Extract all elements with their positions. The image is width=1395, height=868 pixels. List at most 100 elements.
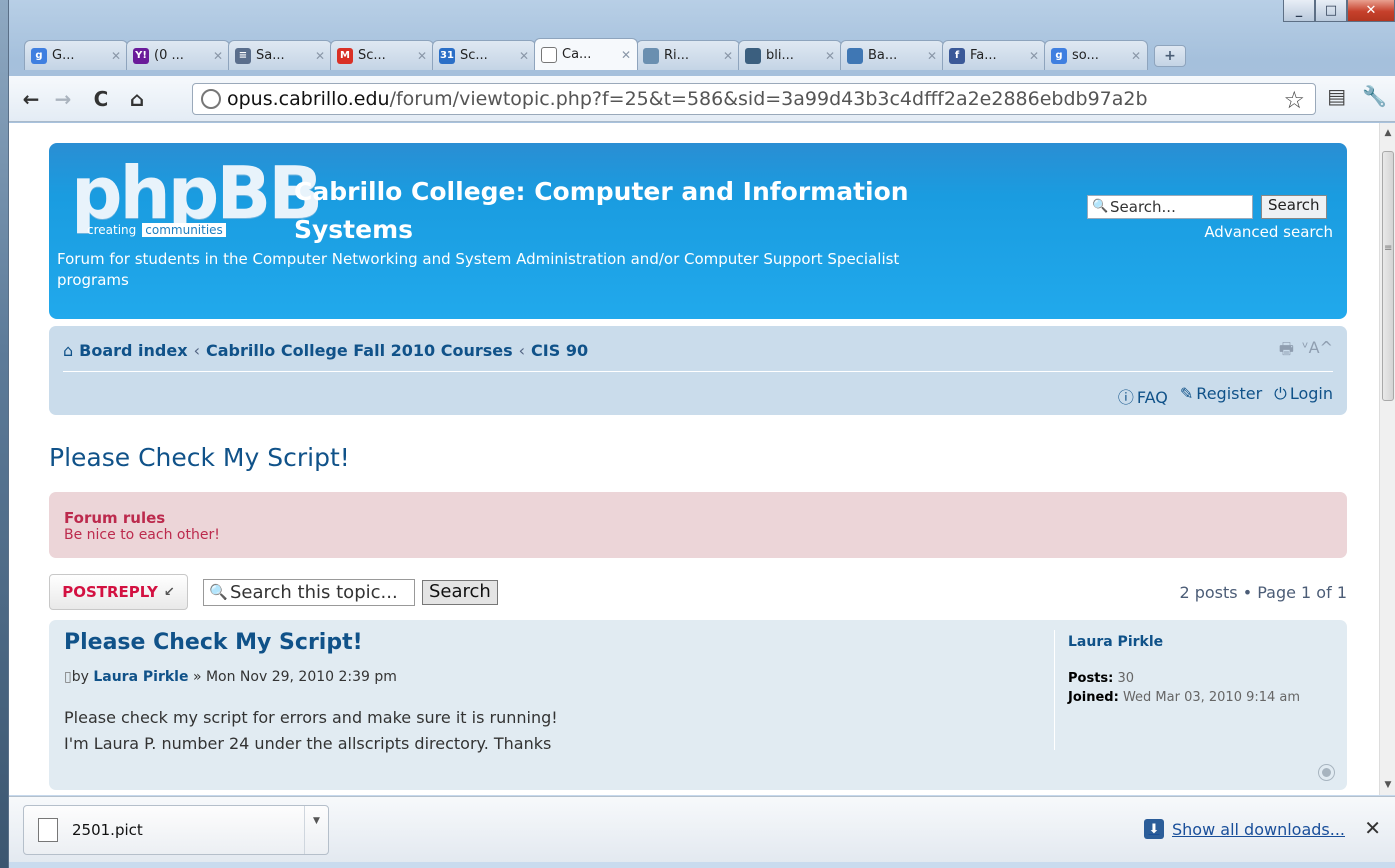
font-resize-icon[interactable]: ᵛA^ xyxy=(1302,338,1333,365)
faq-link[interactable]: ⓘ FAQ xyxy=(1118,384,1168,408)
home-icon[interactable]: ⌂ xyxy=(123,85,151,113)
power-icon: ⏻ xyxy=(1274,384,1287,403)
tab-title: Ri... xyxy=(664,48,690,63)
advanced-search-link[interactable]: Advanced search xyxy=(1204,223,1333,241)
tab-close-icon[interactable]: ✕ xyxy=(825,49,835,63)
tab-title: (0 ... xyxy=(154,48,184,63)
header-search-button[interactable]: Search xyxy=(1261,195,1327,219)
post-title[interactable]: Please Check My Script! xyxy=(64,630,363,655)
register-label: Register xyxy=(1196,384,1263,403)
new-tab-button[interactable]: + xyxy=(1154,45,1186,67)
tab-title: bli... xyxy=(766,48,794,63)
post-body-line: Please check my script for errors and ma… xyxy=(64,708,558,727)
register-icon: ✎ xyxy=(1179,384,1194,403)
profile-posts-label: Posts: xyxy=(1068,671,1114,686)
tab-title: Sc... xyxy=(460,48,488,63)
tab-title: G... xyxy=(52,48,75,63)
maximize-button[interactable]: □ xyxy=(1315,0,1347,22)
tab-close-icon[interactable]: ✕ xyxy=(519,49,529,63)
topic-title[interactable]: Please Check My Script! xyxy=(49,443,350,472)
downloads-shelf: 2501.pict ▼ ⬇ Show all downloads... ✕ xyxy=(9,796,1395,862)
minimize-button[interactable]: _ xyxy=(1283,0,1315,22)
back-arrow-icon[interactable]: ← xyxy=(17,85,45,113)
post-meta: ▯by Laura Pirkle » Mon Nov 29, 2010 2:39… xyxy=(64,669,397,685)
wrench-icon[interactable]: 🔧 xyxy=(1362,84,1387,108)
tab-close-icon[interactable]: ✕ xyxy=(927,49,937,63)
logo-tagline: creating communities xyxy=(87,223,226,237)
url-host: opus.cabrillo.edu xyxy=(227,88,390,110)
page-scrollbar[interactable]: ▲ ≡ ▼ xyxy=(1379,123,1395,795)
breadcrumb-forum-category[interactable]: Cabrillo College Fall 2010 Courses xyxy=(206,341,513,360)
post-reply-button[interactable]: POSTREPLY ↙ xyxy=(49,574,188,610)
site-info-icon[interactable] xyxy=(201,89,221,109)
post-reply-label: POSTREPLY xyxy=(62,583,158,601)
home-icon: ⌂ xyxy=(63,341,74,360)
topic-search-button[interactable]: Search xyxy=(422,580,498,605)
breadcrumb-forum[interactable]: CIS 90 xyxy=(531,341,588,360)
page-menu-icon[interactable]: ▤ xyxy=(1327,84,1346,108)
tab-title: so... xyxy=(1072,48,1099,63)
tab-close-icon[interactable]: ✕ xyxy=(315,49,325,63)
breadcrumb: ⌂ Board index ‹ Cabrillo College Fall 20… xyxy=(63,341,588,360)
page-icon xyxy=(541,46,557,63)
pagination-info: 2 posts • Page 1 of 1 xyxy=(1179,583,1347,602)
site-title[interactable]: Cabrillo College: Computer and Informati… xyxy=(294,173,934,249)
phpbb-logo[interactable]: phpBB creating communities xyxy=(71,151,323,241)
close-shelf-icon[interactable]: ✕ xyxy=(1364,816,1381,840)
back-to-top-icon[interactable] xyxy=(1319,765,1334,780)
address-bar[interactable]: opus.cabrillo.edu/forum/viewtopic.php?f=… xyxy=(192,83,1316,115)
profile-joined: Joined: Wed Mar 03, 2010 9:14 am xyxy=(1068,689,1334,706)
post-page-icon[interactable]: ▯ xyxy=(64,669,72,685)
tab-close-icon[interactable]: ✕ xyxy=(213,49,223,63)
profile-spacer xyxy=(1068,650,1334,668)
reload-icon[interactable]: C xyxy=(87,85,115,113)
toolbar-right: ▤ 🔧 xyxy=(1327,84,1387,108)
browser-tab[interactable]: Ca... ✕ xyxy=(534,38,638,70)
tab-close-icon[interactable]: ✕ xyxy=(723,49,733,63)
browser-toolbar: ← → C ⌂ opus.cabrillo.edu/forum/viewtopi… xyxy=(9,76,1395,122)
breadcrumb-board-index[interactable]: Board index xyxy=(79,341,187,360)
forward-arrow-icon[interactable]: → xyxy=(49,85,77,113)
bookmark-star-icon[interactable]: ☆ xyxy=(1283,86,1305,114)
post-author-link[interactable]: Laura Pirkle xyxy=(93,669,188,685)
login-link[interactable]: ⏻ Login xyxy=(1274,384,1333,408)
topic-action-bar: POSTREPLY ↙ 🔍 Search this topic... Searc… xyxy=(49,574,1347,610)
download-item[interactable]: 2501.pict ▼ xyxy=(23,805,329,855)
browser-tab[interactable]: M Sc... ✕ xyxy=(330,40,434,70)
topic-search-input[interactable]: 🔍 Search this topic... xyxy=(203,579,415,606)
browser-tab[interactable]: f Fa... ✕ xyxy=(942,40,1046,70)
user-links: ⓘ FAQ ✎ Register ⏻ Login xyxy=(1118,384,1333,408)
file-icon xyxy=(38,818,58,842)
scrollbar-thumb[interactable] xyxy=(1382,151,1394,401)
post-profile: Laura Pirkle Posts: 30 Joined: Wed Mar 0… xyxy=(1054,630,1334,750)
browser-tab[interactable]: Y! (0 ... ✕ xyxy=(126,40,230,70)
forum-rules-box: Forum rules Be nice to each other! xyxy=(49,492,1347,558)
scroll-down-arrow-icon[interactable]: ▼ xyxy=(1380,777,1395,793)
close-window-button[interactable]: ✕ xyxy=(1347,0,1395,22)
tab-close-icon[interactable]: ✕ xyxy=(1029,49,1039,63)
profile-posts: Posts: 30 xyxy=(1068,670,1334,687)
print-icon[interactable]: 🖶 xyxy=(1279,338,1294,365)
browser-tab[interactable]: bli... ✕ xyxy=(738,40,842,70)
tab-close-icon[interactable]: ✕ xyxy=(621,48,631,62)
tab-title: Sc... xyxy=(358,48,386,63)
browser-tab[interactable]: g G... ✕ xyxy=(24,40,128,70)
tab-strip: g G... ✕ Y! (0 ... ✕ ≡ Sa... ✕ M Sc... ✕ 31 Sc... ✕ Ca.… xyxy=(24,38,1186,70)
register-link[interactable]: ✎ Register xyxy=(1180,384,1262,408)
header-search-input[interactable]: 🔍 Search... xyxy=(1087,195,1253,219)
browser-tab[interactable]: g so... ✕ xyxy=(1044,40,1148,70)
reply-arrow-icon: ↙ xyxy=(163,584,175,600)
show-all-downloads-link[interactable]: ⬇ Show all downloads... xyxy=(1144,819,1345,839)
tab-title: Fa... xyxy=(970,48,997,63)
download-menu-arrow-icon[interactable]: ▼ xyxy=(304,806,328,854)
browser-tab[interactable]: ≡ Sa... ✕ xyxy=(228,40,332,70)
profile-username[interactable]: Laura Pirkle xyxy=(1068,634,1334,650)
browser-tab[interactable]: 31 Sc... ✕ xyxy=(432,40,536,70)
browser-tab[interactable]: Ri... ✕ xyxy=(636,40,740,70)
browser-tab[interactable]: Ba... ✕ xyxy=(840,40,944,70)
header-search-placeholder: Search... xyxy=(1110,198,1176,216)
tab-close-icon[interactable]: ✕ xyxy=(417,49,427,63)
tab-close-icon[interactable]: ✕ xyxy=(1131,49,1141,63)
tab-close-icon[interactable]: ✕ xyxy=(111,49,121,63)
scroll-up-arrow-icon[interactable]: ▲ xyxy=(1380,125,1395,141)
